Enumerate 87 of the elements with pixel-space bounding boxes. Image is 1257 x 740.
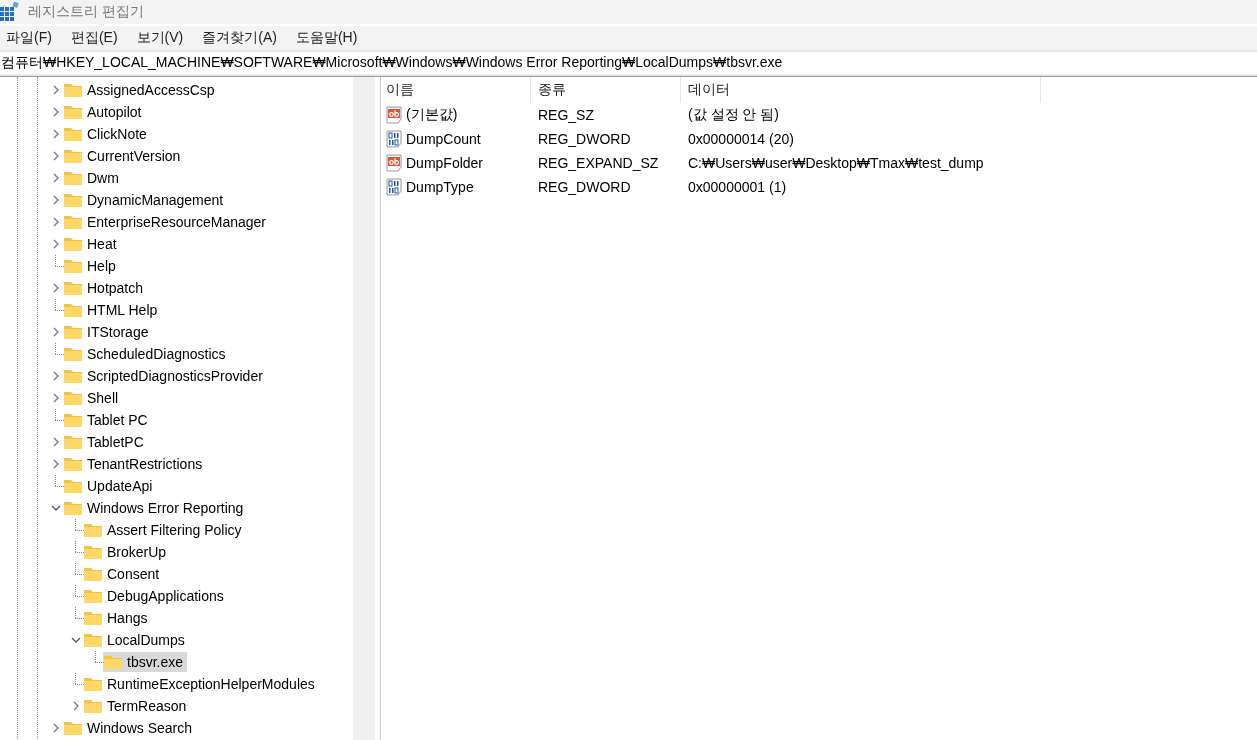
tree-item[interactable]: ITStorage: [63, 322, 153, 342]
value-type: REG_SZ: [537, 107, 595, 123]
folder-icon: [83, 544, 103, 560]
menu-item[interactable]: 보기(V): [136, 29, 193, 47]
folder-icon: [103, 654, 123, 670]
folder-icon: [83, 676, 103, 692]
folder-icon: [63, 104, 83, 120]
tree-item[interactable]: RuntimeExceptionHelperModules: [83, 674, 319, 694]
folder-icon: [63, 412, 83, 428]
folder-icon: [63, 434, 83, 450]
tree-item[interactable]: Consent: [83, 564, 164, 584]
tree-item[interactable]: Hotpatch: [63, 278, 148, 298]
tree-item[interactable]: Heat: [63, 234, 121, 254]
folder-icon: [63, 368, 83, 384]
string-value-icon: [386, 106, 404, 124]
value-name: DumpType: [406, 179, 474, 195]
folder-icon: [63, 478, 83, 494]
folder-icon: [63, 456, 83, 472]
folder-icon: [63, 236, 83, 252]
value-type: REG_DWORD: [537, 131, 632, 147]
string-value-icon: [386, 154, 404, 172]
scrollbar[interactable]: [353, 77, 375, 740]
tree-item[interactable]: AssignedAccessCsp: [63, 80, 219, 100]
tree-item[interactable]: ScheduledDiagnostics: [63, 344, 230, 364]
column-header[interactable]: 이름: [381, 77, 531, 103]
column-header[interactable]: 데이터: [681, 77, 1041, 103]
tree-item[interactable]: Windows Search: [63, 718, 197, 738]
folder-icon: [63, 258, 83, 274]
folder-icon: [63, 324, 83, 340]
folder-icon: [63, 192, 83, 208]
value-name: DumpFolder: [406, 155, 484, 171]
column-header[interactable]: 종류: [531, 77, 681, 103]
value-name: (기본값): [406, 106, 458, 124]
folder-icon: [63, 170, 83, 186]
tree-item[interactable]: ClickNote: [63, 124, 151, 144]
folder-icon: [83, 632, 103, 648]
registry-icon: [0, 2, 20, 22]
folder-icon: [63, 346, 83, 362]
menu-item[interactable]: 파일(F): [6, 29, 61, 47]
value-name: DumpCount: [406, 131, 481, 147]
folder-icon: [63, 82, 83, 98]
tree-item[interactable]: Help: [63, 256, 120, 276]
folder-icon: [83, 566, 103, 582]
tree-item[interactable]: DebugApplications: [83, 586, 228, 606]
tree-item[interactable]: BrokerUp: [83, 542, 171, 562]
folder-icon: [63, 720, 83, 736]
folder-icon: [63, 214, 83, 230]
tree-item[interactable]: Dwm: [63, 168, 123, 188]
tree-item[interactable]: DynamicManagement: [63, 190, 228, 210]
tree-item[interactable]: Shell: [63, 388, 123, 408]
folder-icon: [83, 610, 103, 626]
tree-item[interactable]: HTML Help: [63, 300, 162, 320]
binary-value-icon: [386, 178, 404, 196]
tree-item[interactable]: CurrentVersion: [63, 146, 185, 166]
tree-item[interactable]: TenantRestrictions: [63, 454, 207, 474]
tree-item[interactable]: TermReason: [83, 696, 191, 716]
tree-item[interactable]: tbsvr.exe: [103, 652, 188, 672]
value-type: REG_EXPAND_SZ: [537, 155, 660, 171]
tree-item[interactable]: UpdateApi: [63, 476, 157, 496]
value-data: C:₩Users₩user₩Desktop₩Tmax₩test_dump: [687, 155, 985, 171]
tree-item[interactable]: EnterpriseResourceManager: [63, 212, 270, 232]
value-data: (값 설정 안 됨): [687, 106, 780, 124]
tree-item[interactable]: Tablet PC: [63, 410, 152, 430]
value-data: 0x00000001 (1): [687, 179, 788, 195]
folder-icon: [63, 390, 83, 406]
folder-icon: [63, 302, 83, 318]
folder-icon: [83, 698, 103, 714]
tree-item[interactable]: Autopilot: [63, 102, 146, 122]
tree-item[interactable]: Hangs: [83, 608, 152, 628]
window-title: 레지스트리 편집기: [28, 3, 144, 21]
tree-item[interactable]: ScriptedDiagnosticsProvider: [63, 366, 267, 386]
menu-item[interactable]: 편집(E): [70, 29, 127, 47]
tree-item[interactable]: TabletPC: [63, 432, 148, 452]
folder-icon: [63, 280, 83, 296]
value-data: 0x00000014 (20): [687, 131, 795, 147]
folder-icon: [63, 148, 83, 164]
tree-item[interactable]: LocalDumps: [83, 630, 189, 650]
value-type: REG_DWORD: [537, 179, 632, 195]
folder-icon: [83, 522, 103, 538]
tree-item[interactable]: Windows Error Reporting: [63, 498, 248, 518]
menu-item[interactable]: 즐겨찾기(A): [202, 29, 286, 47]
binary-value-icon: [386, 130, 404, 148]
folder-icon: [63, 126, 83, 142]
folder-icon: [63, 500, 83, 516]
folder-icon: [83, 588, 103, 604]
tree-item[interactable]: Assert Filtering Policy: [83, 520, 246, 540]
menu-item[interactable]: 도움말(H): [295, 29, 367, 47]
